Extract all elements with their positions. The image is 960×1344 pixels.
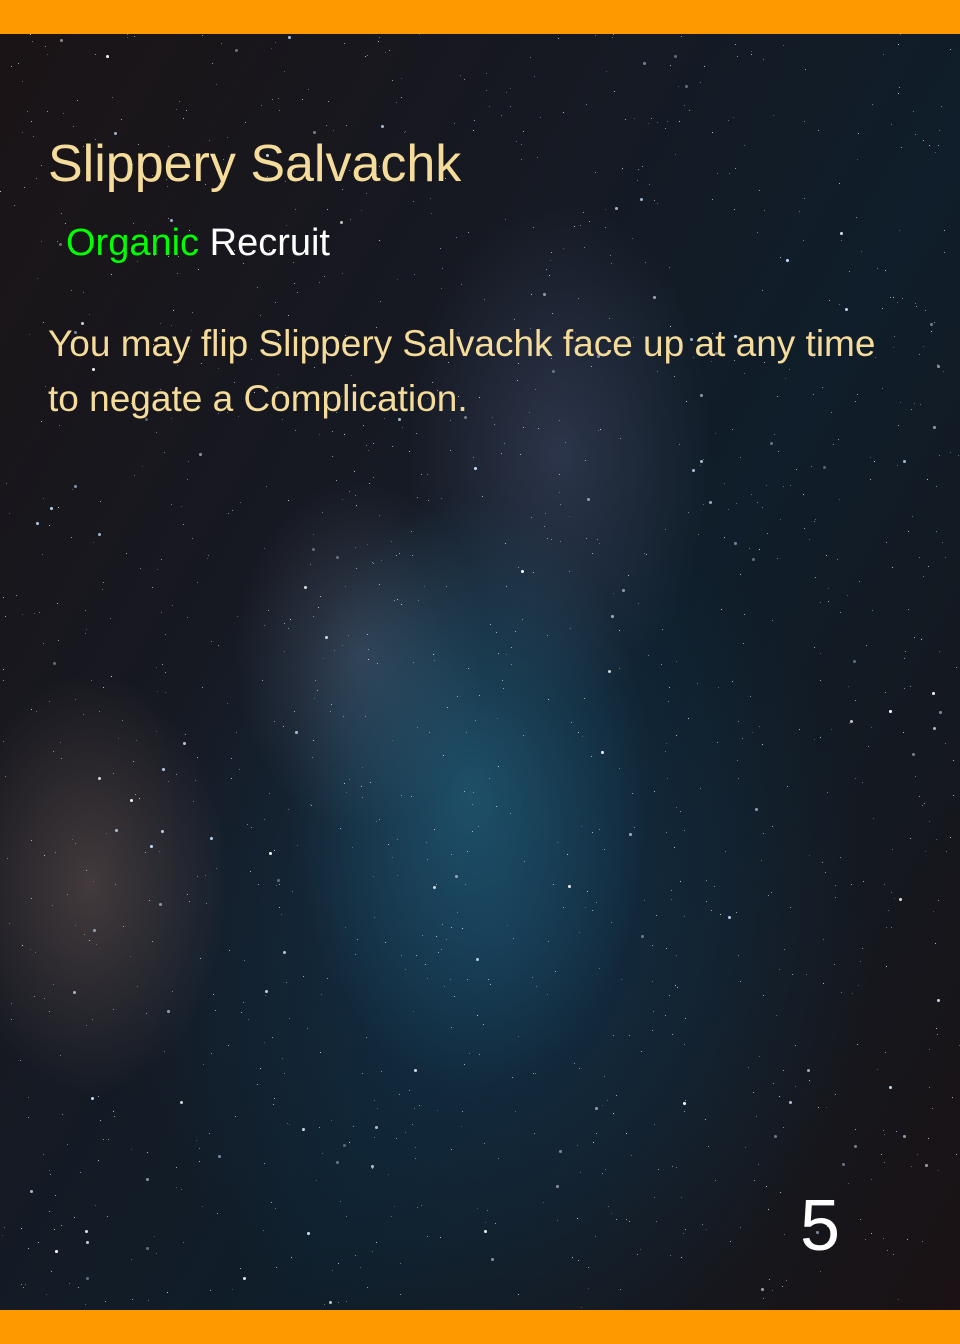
top-border xyxy=(0,0,960,34)
card-faction: Organic xyxy=(66,222,200,264)
card-cost: 5 xyxy=(800,1186,841,1266)
card-name: Slippery Salvachk xyxy=(48,135,462,193)
card-type: Recruit xyxy=(209,222,330,264)
card-subtitle: Organic Recruit xyxy=(66,222,330,265)
bottom-border xyxy=(0,1310,960,1344)
stars xyxy=(0,34,1,35)
card-ability-text: You may flip Slippery Salvachk face up a… xyxy=(48,323,876,419)
